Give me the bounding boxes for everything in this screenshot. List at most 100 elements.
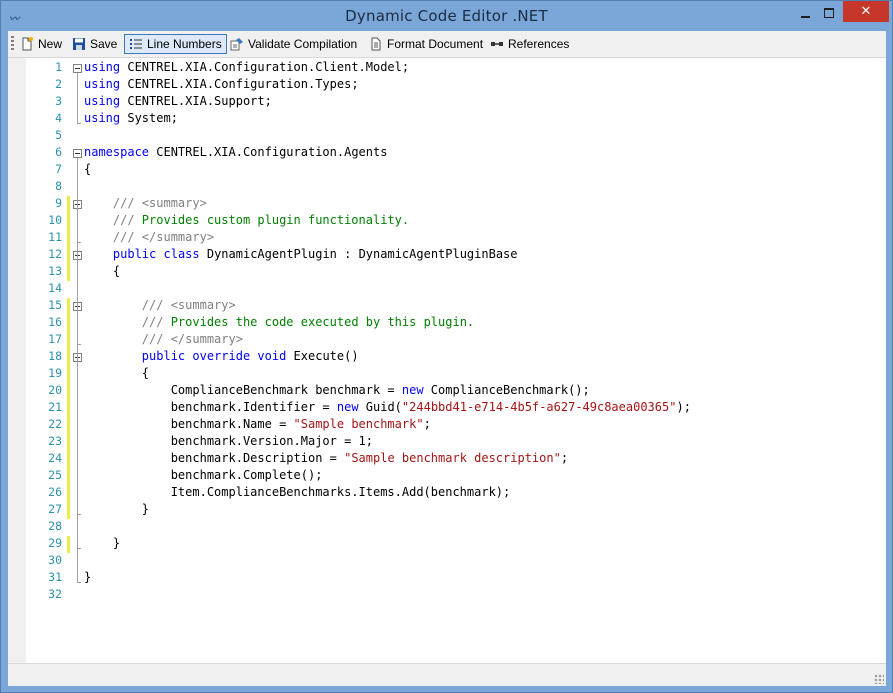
code-token: new xyxy=(336,400,359,414)
references-button[interactable]: References xyxy=(490,34,569,54)
code-token: { xyxy=(84,264,121,278)
outline-end-tick xyxy=(77,548,81,549)
outline-end-tick xyxy=(77,344,81,345)
code-line[interactable]: 13 { xyxy=(8,264,886,281)
code-token: ComplianceBenchmark(); xyxy=(423,383,590,397)
code-line[interactable]: 31} xyxy=(8,570,886,587)
fold-toggle-icon[interactable] xyxy=(73,64,82,73)
code-line[interactable]: 4 using System; xyxy=(8,111,886,128)
code-token: Provides custom plugin functionality. xyxy=(141,213,410,227)
code-line[interactable]: 30 xyxy=(8,553,886,570)
code-token: Item.ComplianceBenchmarks.Items.Add(benc… xyxy=(84,485,511,499)
code-text: /// Provides the code executed by this p… xyxy=(84,315,474,329)
outline-guide xyxy=(77,362,78,515)
code-line[interactable]: 9 /// <summary> xyxy=(8,196,886,213)
code-token: } xyxy=(84,570,92,584)
title-bar[interactable]: 〰 Dynamic Code Editor .NET ✕ xyxy=(1,1,892,31)
line-numbers-icon xyxy=(129,37,143,51)
code-text: using System; xyxy=(84,111,178,125)
format-document-button[interactable]: Format Document xyxy=(369,34,483,54)
line-number: 28 xyxy=(48,519,62,533)
code-token: ; xyxy=(560,451,569,465)
new-button[interactable]: New xyxy=(20,34,62,54)
code-line[interactable]: 20 ComplianceBenchmark benchmark = new C… xyxy=(8,383,886,400)
code-text: { xyxy=(84,162,91,176)
line-number: 25 xyxy=(48,468,62,482)
close-button[interactable]: ✕ xyxy=(843,1,889,22)
code-line[interactable]: 25 benchmark.Complete(); xyxy=(8,468,886,485)
code-line[interactable]: 18 public override void Execute() xyxy=(8,349,886,366)
code-line[interactable]: 19 { xyxy=(8,366,886,383)
code-token: benchmark.Description = xyxy=(84,451,345,465)
code-line[interactable]: 32 xyxy=(8,587,886,604)
code-line[interactable]: 22 benchmark.Name = "Sample benchmark"; xyxy=(8,417,886,434)
toolbar-grip[interactable] xyxy=(11,36,14,52)
editor-window: 〰 Dynamic Code Editor .NET ✕ New Save Li… xyxy=(0,0,893,693)
code-editor[interactable]: 1 using CENTREL.XIA.Configuration.Client.… xyxy=(8,58,886,663)
code-line[interactable]: 17 /// </summary> xyxy=(8,332,886,349)
code-token: CENTREL.XIA.Configuration.Agents xyxy=(149,145,388,159)
outline-end-tick xyxy=(77,242,81,243)
validate-compilation-button[interactable]: Validate Compilation xyxy=(230,34,357,54)
outline-guide xyxy=(77,73,78,124)
code-line[interactable]: 3 using CENTREL.XIA.Support; xyxy=(8,94,886,111)
code-line[interactable]: 23 benchmark.Version.Major = 1; xyxy=(8,434,886,451)
code-token: class xyxy=(163,247,200,261)
code-token: /// xyxy=(84,315,171,329)
code-text: } xyxy=(84,570,91,584)
code-line[interactable]: 11 /// </summary> xyxy=(8,230,886,247)
code-line[interactable]: 10 /// Provides custom plugin functional… xyxy=(8,213,886,230)
code-text: } xyxy=(84,502,149,516)
references-icon xyxy=(490,37,504,51)
maximize-button[interactable] xyxy=(820,5,838,21)
code-token: benchmark.Version.Major = 1; xyxy=(84,434,373,448)
code-text: benchmark.Complete(); xyxy=(84,468,323,482)
changed-line-marker xyxy=(67,196,70,281)
code-text: public override void Execute() xyxy=(84,349,359,363)
code-line[interactable]: 8 xyxy=(8,179,886,196)
line-number: 2 xyxy=(55,77,62,91)
code-line[interactable]: 5 xyxy=(8,128,886,145)
fold-toggle-icon[interactable] xyxy=(73,149,82,158)
code-line[interactable]: 6 namespace CENTREL.XIA.Configuration.Age… xyxy=(8,145,886,162)
line-numbers-button[interactable]: Line Numbers xyxy=(124,34,227,54)
code-token: "Sample benchmark description" xyxy=(344,451,561,465)
format-document-label: Format Document xyxy=(387,37,484,51)
line-number: 9 xyxy=(55,196,62,210)
resize-grip-icon[interactable] xyxy=(874,674,884,684)
code-line[interactable]: 12 public class DynamicAgentPlugin : Dyn… xyxy=(8,247,886,264)
code-line[interactable]: 15 /// <summary> xyxy=(8,298,886,315)
code-line[interactable]: 27 } xyxy=(8,502,886,519)
code-line[interactable]: 26 Item.ComplianceBenchmarks.Items.Add(b… xyxy=(8,485,886,502)
code-token: "244bbd41-e714-4b5f-a627-49c8aea00365" xyxy=(401,400,677,414)
code-line[interactable]: 7{ xyxy=(8,162,886,179)
save-disk-icon xyxy=(72,37,86,51)
code-line[interactable]: 1 using CENTREL.XIA.Configuration.Client.… xyxy=(8,60,886,77)
outline-end-tick xyxy=(77,514,81,515)
code-line[interactable]: 2 using CENTREL.XIA.Configuration.Types; xyxy=(8,77,886,94)
code-line[interactable]: 14 xyxy=(8,281,886,298)
code-token: </summary> xyxy=(141,230,215,244)
code-token: } xyxy=(84,502,150,516)
code-token: namespace xyxy=(84,145,150,159)
toolbar: New Save Line Numbers Validate Compilati… xyxy=(8,31,886,58)
code-text: /// Provides custom plugin functionality… xyxy=(84,213,409,227)
code-token: using xyxy=(84,60,121,74)
line-number: 5 xyxy=(55,128,62,142)
line-number: 13 xyxy=(48,264,62,278)
code-line[interactable]: 29 } xyxy=(8,536,886,553)
save-button[interactable]: Save xyxy=(72,34,117,54)
line-number: 18 xyxy=(48,349,62,363)
code-line[interactable]: 16 /// Provides the code executed by thi… xyxy=(8,315,886,332)
save-label: Save xyxy=(90,37,118,51)
code-line[interactable]: 24 benchmark.Description = "Sample bench… xyxy=(8,451,886,468)
code-token: /// xyxy=(84,298,171,312)
line-number: 3 xyxy=(55,94,62,108)
code-text: benchmark.Identifier = new Guid("244bbd4… xyxy=(84,400,691,414)
code-text: { xyxy=(84,366,149,380)
code-token: /// xyxy=(84,230,142,244)
minimize-button[interactable] xyxy=(797,5,815,21)
code-line[interactable]: 21 benchmark.Identifier = new Guid("244b… xyxy=(8,400,886,417)
code-line[interactable]: 28 xyxy=(8,519,886,536)
